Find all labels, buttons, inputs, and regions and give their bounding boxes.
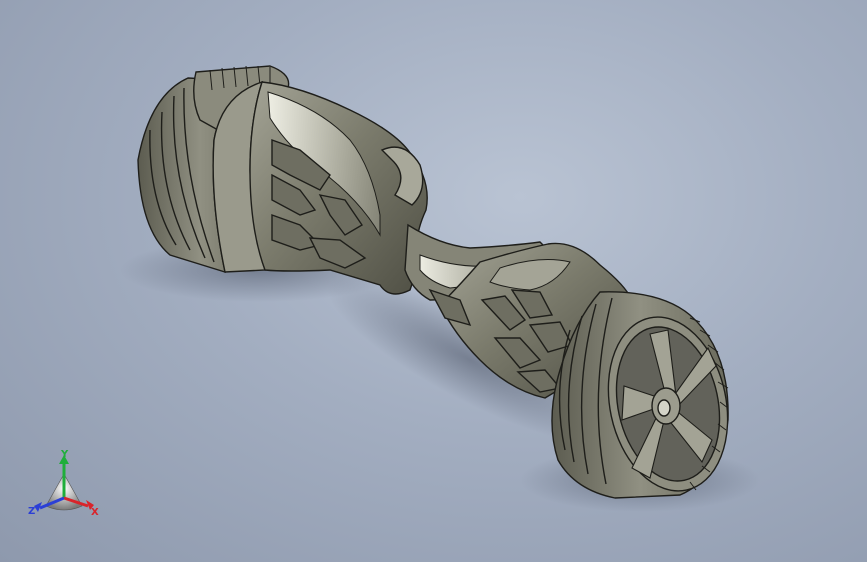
x-axis-label: X xyxy=(91,507,99,518)
hoverboard-model[interactable] xyxy=(0,0,867,562)
y-axis-label: Y xyxy=(60,449,69,460)
graphics-viewport[interactable]: Y X Z xyxy=(0,0,867,562)
coordinate-triad: Y X Z xyxy=(28,449,99,518)
z-axis-label: Z xyxy=(28,506,35,517)
left-footpad-housing[interactable] xyxy=(249,81,428,295)
right-wheel[interactable] xyxy=(551,291,743,502)
